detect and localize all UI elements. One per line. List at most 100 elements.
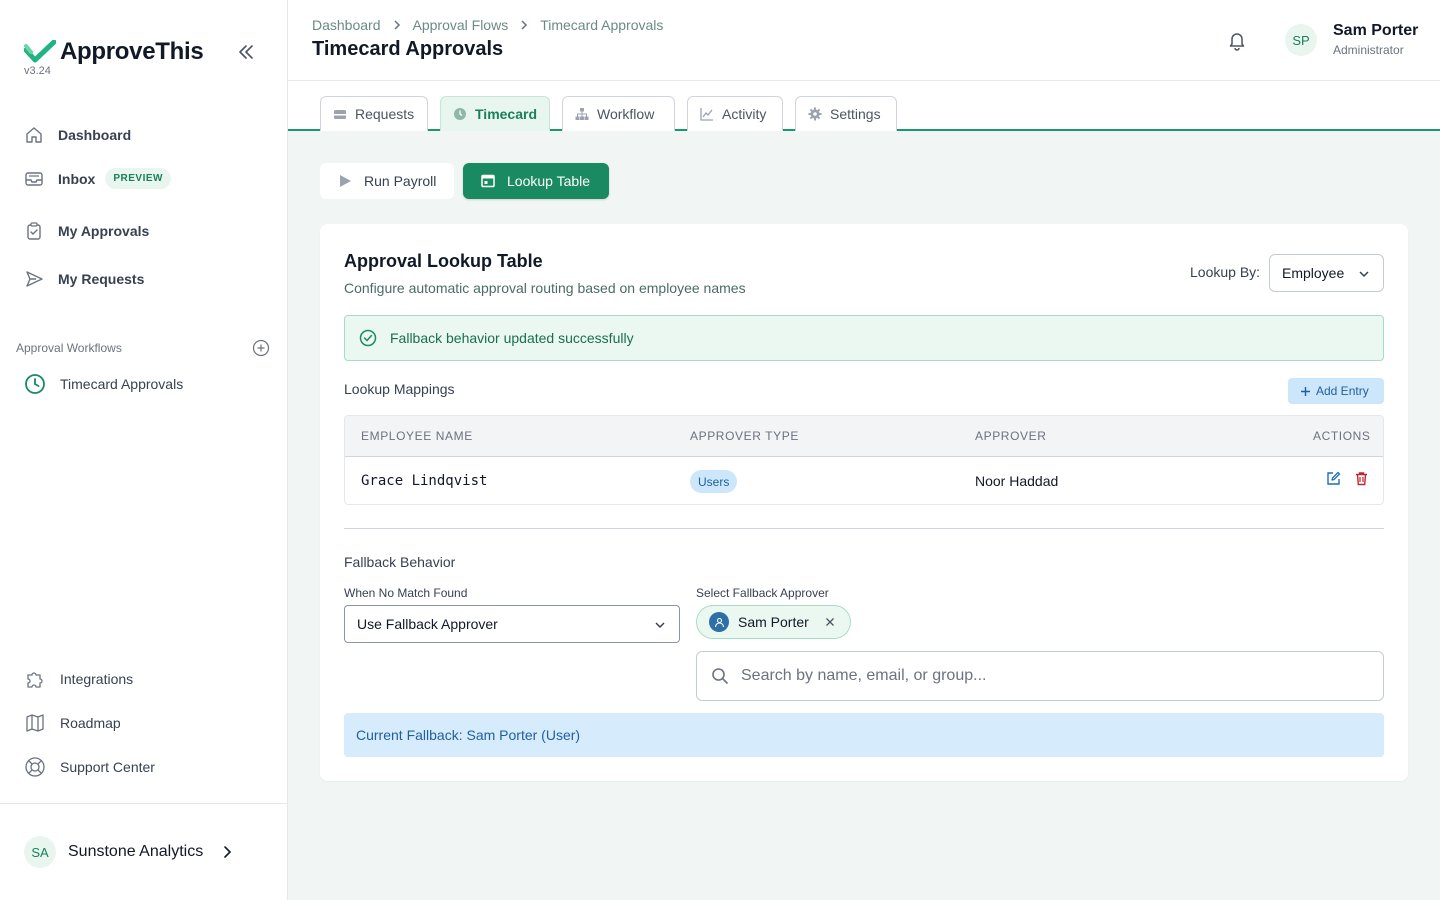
sidebar-item-label: My Requests	[58, 271, 145, 287]
success-message: Fallback behavior updated successfully	[390, 330, 634, 346]
line-chart-icon	[700, 108, 713, 121]
map-icon	[26, 714, 44, 732]
approver-search	[696, 651, 1384, 701]
main-content: Run Payroll Lookup Table Approval Lookup…	[288, 131, 1440, 900]
user-role: Administrator	[1333, 43, 1404, 57]
fallback-behavior-title: Fallback Behavior	[344, 554, 456, 570]
selected-approver-name: Sam Porter	[738, 614, 809, 630]
current-fallback-info: Current Fallback: Sam Porter (User)	[344, 713, 1384, 757]
lookup-mappings-label: Lookup Mappings	[344, 381, 455, 397]
sidebar-item-label: Integrations	[60, 671, 134, 687]
approval-workflows-label: Approval Workflows	[16, 341, 122, 355]
tab-label: Timecard	[475, 106, 537, 122]
breadcrumb-dashboard[interactable]: Dashboard	[312, 17, 381, 33]
gear-icon	[808, 107, 822, 121]
section-divider	[344, 528, 1384, 529]
play-icon	[340, 175, 351, 187]
table-header: EMPLOYEE NAME APPROVER TYPE APPROVER ACT…	[345, 416, 1383, 457]
chevron-right-icon	[224, 846, 232, 858]
sidebar-item-roadmap[interactable]: Roadmap	[24, 712, 121, 734]
tab-label: Settings	[830, 106, 881, 122]
lookup-mappings-table: EMPLOYEE NAME APPROVER TYPE APPROVER ACT…	[344, 415, 1384, 505]
approver-cell: Noor Haddad	[975, 473, 1059, 489]
page-title: Timecard Approvals	[312, 38, 504, 60]
add-entry-label: Add Entry	[1316, 384, 1369, 398]
user-avatar-icon	[709, 612, 729, 632]
approver-type-badge: Users	[690, 470, 738, 493]
clipboard-check-icon	[27, 222, 41, 240]
when-no-match-select[interactable]: Use Fallback Approver	[344, 605, 680, 643]
search-icon	[712, 668, 728, 684]
tab-label: Workflow	[597, 106, 655, 122]
add-entry-button[interactable]: Add Entry	[1288, 378, 1384, 404]
close-icon[interactable]	[824, 616, 836, 628]
check-circle-icon	[359, 329, 377, 347]
tab-settings[interactable]: Settings	[795, 96, 897, 131]
user-name: Sam Porter	[1333, 22, 1419, 39]
org-name: Sunstone Analytics	[68, 843, 204, 860]
card-title: Approval Lookup Table	[344, 251, 543, 271]
lookup-by-label: Lookup By:	[1190, 264, 1261, 280]
sitemap-icon	[575, 108, 589, 120]
sidebar-item-inbox[interactable]: Inbox PREVIEW	[24, 168, 171, 189]
sidebar: ApproveThis v3.24 Dashboard Inbox PREVIE…	[0, 0, 288, 900]
logo-check-icon	[24, 40, 56, 63]
tab-bar: Requests Timecard Workflow Activity Sett…	[288, 81, 1440, 131]
sidebar-item-label: Support Center	[60, 759, 155, 775]
chevron-down-icon	[1359, 271, 1369, 278]
sidebar-item-label: Timecard Approvals	[60, 376, 184, 392]
puzzle-icon	[27, 672, 43, 688]
inbox-tray-icon	[334, 110, 346, 119]
trash-icon[interactable]	[1354, 471, 1369, 486]
add-workflow-icon[interactable]	[252, 339, 270, 357]
lookup-table-button[interactable]: Lookup Table	[463, 163, 609, 199]
sidebar-item-timecard-approvals[interactable]: Timecard Approvals	[24, 373, 183, 395]
top-header: Dashboard Approval Flows Timecard Approv…	[288, 0, 1440, 81]
sidebar-item-dashboard[interactable]: Dashboard	[24, 125, 131, 145]
tab-label: Requests	[355, 106, 415, 122]
breadcrumb-timecard-approvals[interactable]: Timecard Approvals	[540, 17, 663, 33]
sidebar-item-label: Roadmap	[60, 715, 121, 731]
collapse-sidebar-icon[interactable]	[236, 42, 256, 62]
bell-icon[interactable]	[1226, 29, 1248, 51]
approver-search-input[interactable]	[741, 652, 1361, 700]
employee-name-cell: Grace Lindqvist	[361, 473, 488, 489]
selected-approver-chip: Sam Porter	[696, 605, 851, 639]
sidebar-item-my-requests[interactable]: My Requests	[24, 269, 144, 289]
column-header-approver: APPROVER	[975, 429, 1047, 443]
plus-icon	[1301, 386, 1310, 396]
sidebar-divider	[0, 803, 288, 804]
tab-workflow[interactable]: Workflow	[562, 96, 675, 131]
sidebar-item-label: Dashboard	[58, 127, 132, 143]
lookup-by-select[interactable]: Employee	[1269, 254, 1384, 292]
tab-requests[interactable]: Requests	[320, 96, 428, 131]
breadcrumb: Dashboard Approval Flows Timecard Approv…	[312, 17, 663, 33]
sidebar-item-support-center[interactable]: Support Center	[24, 756, 155, 778]
chevron-right-icon	[393, 20, 400, 30]
column-header-actions: ACTIONS	[1313, 429, 1371, 443]
tab-timecard[interactable]: Timecard	[440, 96, 550, 131]
sidebar-item-my-approvals[interactable]: My Approvals	[24, 221, 149, 241]
send-icon	[26, 271, 43, 287]
run-payroll-label: Run Payroll	[364, 173, 437, 189]
breadcrumb-approval-flows[interactable]: Approval Flows	[413, 17, 509, 33]
run-payroll-button[interactable]: Run Payroll	[320, 163, 455, 199]
tab-activity[interactable]: Activity	[687, 96, 783, 131]
edit-icon[interactable]	[1326, 471, 1341, 486]
success-alert: Fallback behavior updated successfully	[344, 315, 1384, 361]
select-fallback-approver-label: Select Fallback Approver	[696, 586, 829, 600]
organization-switcher[interactable]: SA Sunstone Analytics	[24, 836, 235, 868]
clock-icon	[25, 374, 45, 394]
preview-badge: PREVIEW	[105, 168, 171, 189]
org-avatar: SA	[24, 836, 56, 868]
when-no-match-value: Use Fallback Approver	[357, 616, 498, 632]
table-row: Grace Lindqvist Users Noor Haddad	[345, 457, 1383, 504]
tab-label: Activity	[722, 106, 767, 122]
sidebar-item-integrations[interactable]: Integrations	[24, 668, 133, 690]
clock-icon	[454, 108, 466, 120]
sidebar-item-label: Inbox	[58, 170, 96, 187]
chevron-right-icon	[521, 20, 528, 30]
inbox-icon	[25, 171, 43, 186]
user-avatar[interactable]: SP	[1285, 24, 1317, 56]
app-logo[interactable]: ApproveThis	[24, 38, 204, 66]
